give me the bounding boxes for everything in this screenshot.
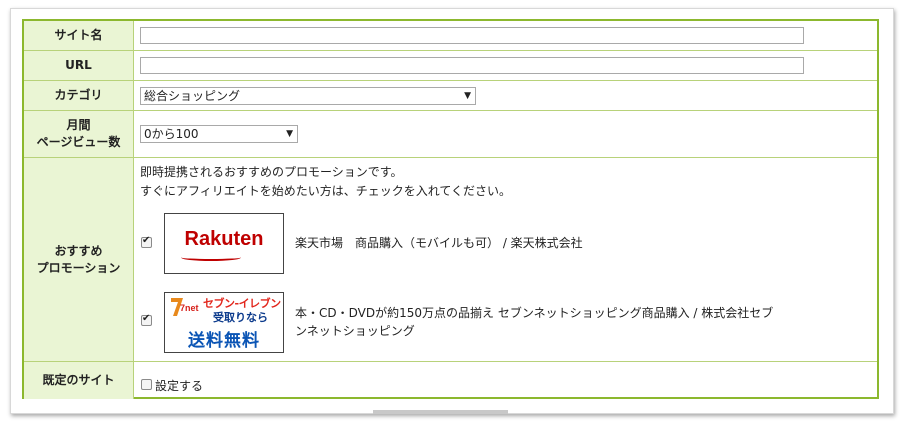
rakuten-description: 楽天市場 商品購入（モバイルも可） / 楽天株式会社 xyxy=(295,236,583,250)
site-registration-form: サイト名 URL カテゴリ 総合ショッピング ▼ 月間 ページビュー数 0から1… xyxy=(22,19,879,399)
promotion-label-line1: おすすめ xyxy=(54,243,103,258)
sevennet-description: 本・CD・DVDが約150万点の品揃え セブンネットショッピング商品購入 / 株… xyxy=(295,304,773,340)
rakuten-swoosh-icon xyxy=(181,254,241,261)
promotion-label: おすすめ プロモーション xyxy=(24,158,134,361)
monthly-pv-label: 月間 ページビュー数 xyxy=(24,111,134,157)
category-selected-value: 総合ショッピング xyxy=(144,89,241,103)
promotion-intro: 即時提携されるおすすめのプロモーションです。 すぐにアフィリエイトを始めたい方は… xyxy=(140,163,511,201)
sevennet-description-line1: 本・CD・DVDが約150万点の品揃え セブンネットショッピング商品購入 / 株… xyxy=(295,306,774,320)
rakuten-checkbox[interactable] xyxy=(141,235,152,248)
category-label: カテゴリ xyxy=(24,81,134,110)
url-input[interactable] xyxy=(140,57,804,74)
promotion-intro-line1: 即時提携されるおすすめのプロモーションです。 xyxy=(140,165,403,179)
chevron-down-icon: ▼ xyxy=(464,91,471,101)
promotion-intro-line2: すぐにアフィリエイトを始めたい方は、チェックを入れてください。 xyxy=(140,184,512,198)
default-site-checkbox-label[interactable]: 設定する xyxy=(155,377,203,394)
sevennet-logo-text: 7net xyxy=(180,303,199,313)
sevennet-banner-text-2: 受取りなら xyxy=(213,311,268,324)
sevennet-banner[interactable]: 7net セブン-イレブン 受取りなら 送料無料 xyxy=(164,292,284,353)
default-site-cell: 設定する xyxy=(134,362,877,399)
url-row: URL xyxy=(24,51,877,81)
promotion-row: おすすめ プロモーション 即時提携されるおすすめのプロモーションです。 すぐにア… xyxy=(24,158,877,362)
bottom-scroll-indicator xyxy=(373,410,508,414)
default-site-checkbox[interactable] xyxy=(141,379,152,390)
category-row: カテゴリ 総合ショッピング ▼ xyxy=(24,81,877,111)
site-name-input[interactable] xyxy=(140,27,804,44)
url-label: URL xyxy=(24,51,134,80)
promotion-label-line2: プロモーション xyxy=(36,260,121,275)
url-label-text: URL xyxy=(65,58,92,72)
monthly-pv-row: 月間 ページビュー数 0から100 ▼ xyxy=(24,111,877,158)
category-label-text: カテゴリ xyxy=(54,88,103,102)
promotion-cell: 即時提携されるおすすめのプロモーションです。 すぐにアフィリエイトを始めたい方は… xyxy=(134,158,877,361)
monthly-pv-label-line1: 月間 xyxy=(66,118,91,132)
monthly-pv-cell: 0から100 ▼ xyxy=(134,111,877,157)
category-select[interactable]: 総合ショッピング ▼ xyxy=(140,87,476,105)
default-site-label-text: 既定のサイト xyxy=(42,373,115,387)
chevron-down-icon: ▼ xyxy=(286,129,293,139)
sevennet-checkbox[interactable] xyxy=(141,313,152,326)
site-name-cell xyxy=(134,21,877,50)
site-name-label: サイト名 xyxy=(24,21,134,50)
sevennet-banner-text-3: 送料無料 xyxy=(188,331,260,351)
category-cell: 総合ショッピング ▼ xyxy=(134,81,877,110)
sevennet-description-line2: ンネットショッピング xyxy=(295,324,415,338)
rakuten-logo-text: Rakuten xyxy=(184,228,264,250)
site-name-row: サイト名 xyxy=(24,21,877,51)
monthly-pv-select[interactable]: 0から100 ▼ xyxy=(140,125,298,143)
default-site-label: 既定のサイト xyxy=(24,362,134,399)
monthly-pv-label-line2: ページビュー数 xyxy=(36,135,121,149)
site-name-label-text: サイト名 xyxy=(54,28,103,42)
rakuten-banner[interactable]: Rakuten xyxy=(164,213,284,274)
default-site-row: 既定のサイト 設定する xyxy=(24,362,877,399)
monthly-pv-selected-value: 0から100 xyxy=(144,127,199,141)
url-cell xyxy=(134,51,877,80)
sevennet-logo-icon: 7net xyxy=(169,296,199,320)
